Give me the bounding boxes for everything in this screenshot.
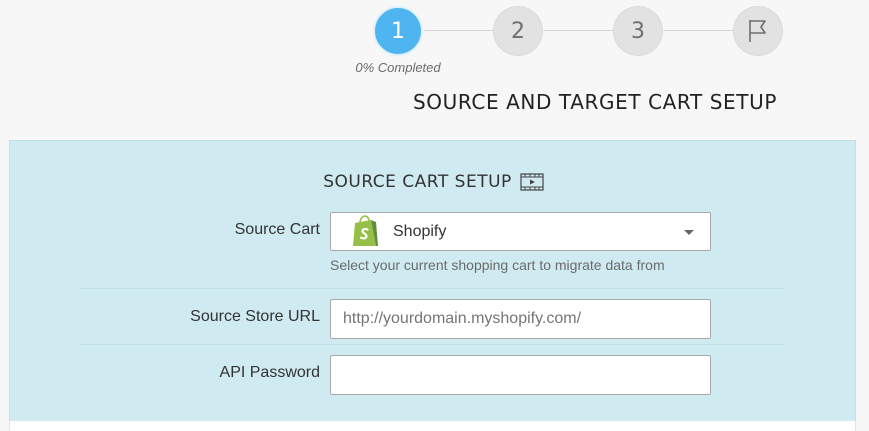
chevron-down-icon[interactable] <box>684 230 694 235</box>
step-connector <box>424 30 494 31</box>
shopify-icon <box>353 214 378 246</box>
wizard-step-1[interactable]: 1 <box>373 6 423 56</box>
wizard-step-finish[interactable] <box>733 6 783 56</box>
video-icon[interactable] <box>520 173 544 191</box>
flag-icon <box>749 20 766 42</box>
progress-text: 0% Completed <box>355 60 441 75</box>
row-divider <box>80 288 784 289</box>
source-cart-setup-panel: SOURCE CART SETUP Source Cart Shopify Se… <box>9 140 856 421</box>
source-store-url-input[interactable] <box>330 299 711 339</box>
migration-wizard-page: 1 2 3 0% Completed SOURCE AND TARGET CAR… <box>0 0 869 431</box>
section-title: SOURCE CART SETUP <box>10 172 857 192</box>
source-cart-label: Source Cart <box>234 221 320 238</box>
step-connector <box>664 30 734 31</box>
source-cart-selected-value: Shopify <box>393 222 447 240</box>
source-cart-help-text: Select your current shopping cart to mig… <box>330 257 665 273</box>
source-store-url-label: Source Store URL <box>190 308 320 325</box>
page-title: SOURCE AND TARGET CART SETUP <box>413 90 777 114</box>
api-password-label: API Password <box>219 364 320 381</box>
wizard-step-2[interactable]: 2 <box>493 6 543 56</box>
section-title-text: SOURCE CART SETUP <box>323 172 512 192</box>
step-connector <box>544 30 614 31</box>
source-cart-select[interactable]: Shopify <box>330 212 711 251</box>
api-password-input[interactable] <box>330 355 711 395</box>
panel-footer <box>9 421 856 431</box>
wizard-step-3[interactable]: 3 <box>613 6 663 56</box>
row-divider <box>80 344 784 345</box>
